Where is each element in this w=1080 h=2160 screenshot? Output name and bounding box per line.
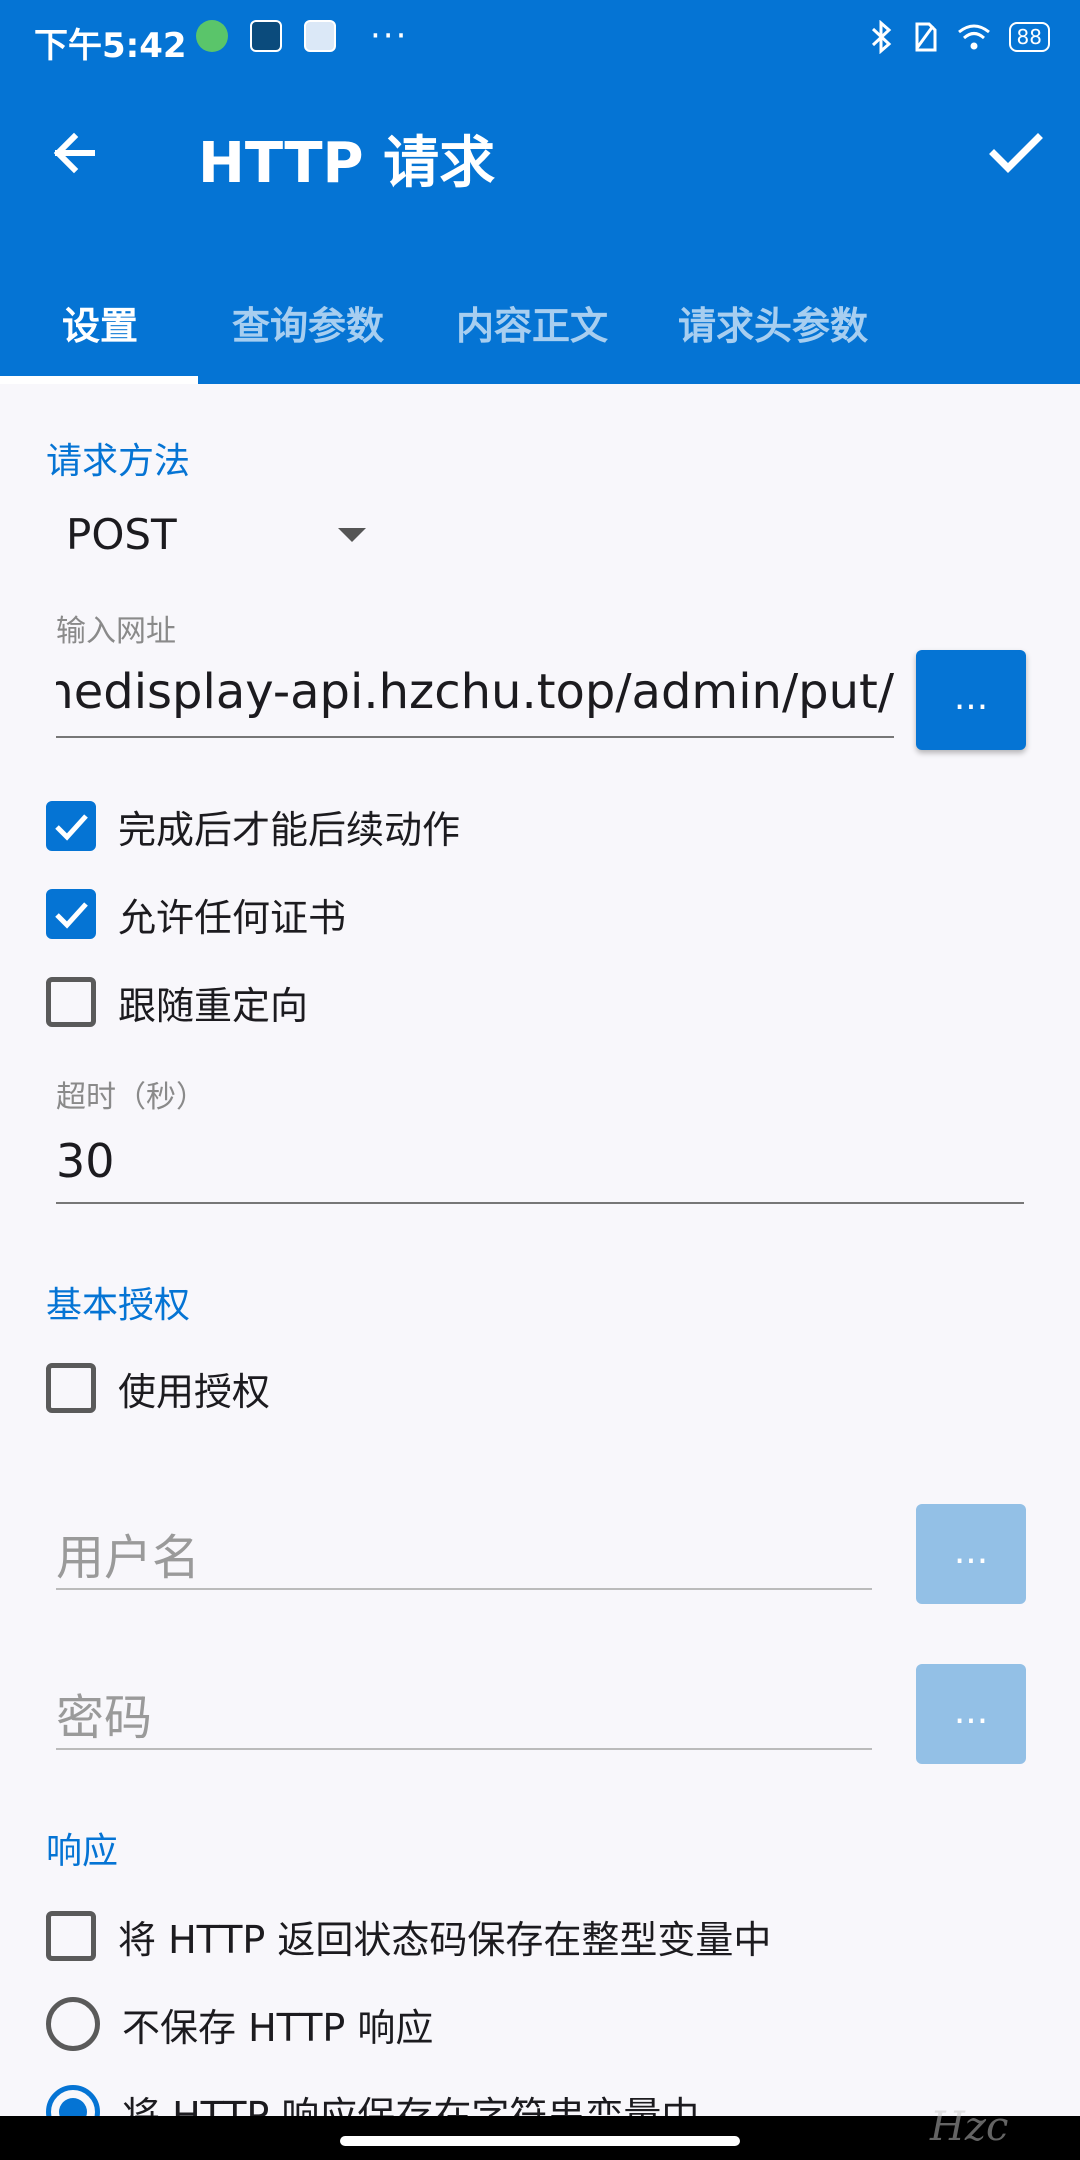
tab-query-params[interactable]: 查询参数 (232, 286, 384, 366)
option-label: 将 HTTP 返回状态码保存在整型变量中 (118, 1917, 772, 1962)
radio-dont-save-response[interactable]: 不保存 HTTP 响应 (46, 1994, 433, 2054)
option-save-status-code[interactable]: 将 HTTP 返回状态码保存在整型变量中 (46, 1906, 771, 1966)
option-use-auth[interactable]: 使用授权 (46, 1358, 270, 1418)
page-title: HTTP 请求 (198, 131, 496, 196)
sim-icon (915, 22, 937, 52)
basic-auth-title: 基本授权 (46, 1285, 191, 1326)
option-trust-any-cert[interactable]: 允许任何证书 (46, 884, 346, 944)
status-bar: 下午5:42 ··· 88 (0, 0, 1080, 76)
check-icon (989, 133, 1043, 173)
option-label: 允许任何证书 (118, 895, 347, 940)
notification-icons: ··· (196, 16, 409, 56)
method-value: POST (66, 510, 177, 559)
tab-indicator (0, 376, 198, 384)
battery-icon: 88 (1008, 22, 1050, 52)
request-method-title: 请求方法 (46, 441, 191, 482)
tab-headers[interactable]: 请求头参数 (678, 286, 868, 366)
password-variable-button[interactable]: ... (916, 1664, 1026, 1764)
option-label: 使用授权 (118, 1369, 271, 1414)
system-icons: 88 (869, 20, 1050, 54)
checkbox[interactable] (46, 977, 96, 1027)
checkbox[interactable] (46, 1911, 96, 1961)
back-button[interactable] (40, 118, 110, 188)
checkbox[interactable] (46, 801, 96, 851)
password-input[interactable]: 密码 (56, 1678, 872, 1750)
check-icon (55, 902, 88, 929)
checkbox[interactable] (46, 889, 96, 939)
url-label: 输入网址 (56, 614, 176, 649)
timeout-label: 超时（秒） (56, 1080, 206, 1115)
status-time: 下午5:42 (34, 26, 187, 66)
wechat-icon (196, 20, 228, 52)
url-variable-button[interactable]: ... (916, 650, 1026, 750)
url-input[interactable]: nedisplay-api.hzchu.top/admin/put/ (56, 664, 894, 738)
app-bar: 下午5:42 ··· 88 HTTP 请求 设置 查询参数 内容正文 请求头参数 (0, 0, 1080, 384)
save-button[interactable] (980, 118, 1050, 188)
more-notifications-icon: ··· (370, 16, 409, 56)
arrow-back-icon (53, 132, 95, 174)
option-label: 跟随重定向 (118, 983, 309, 1028)
dropdown-arrow-icon (338, 528, 366, 542)
wifi-icon (957, 24, 990, 50)
option-wait-for-finish[interactable]: 完成后才能后续动作 (46, 796, 460, 856)
phone-app-icon (304, 20, 336, 52)
username-input[interactable]: 用户名 (56, 1518, 872, 1590)
tab-settings[interactable]: 设置 (62, 286, 138, 366)
checkbox[interactable] (46, 1363, 96, 1413)
home-gesture-handle[interactable] (340, 2136, 740, 2146)
url-value: nedisplay-api.hzchu.top/admin/put/ (56, 664, 894, 720)
radio-button[interactable] (46, 1997, 100, 2051)
timeout-input[interactable]: 30 (56, 1134, 1024, 1204)
option-label: 不保存 HTTP 响应 (122, 2005, 434, 2050)
username-variable-button[interactable]: ... (916, 1504, 1026, 1604)
check-icon (55, 814, 88, 841)
tab-body[interactable]: 内容正文 (456, 286, 608, 366)
tab-bar: 设置 查询参数 内容正文 请求头参数 (0, 268, 1080, 384)
watermark: Hzc (930, 2104, 1009, 2150)
option-label: 完成后才能后续动作 (118, 807, 461, 852)
response-title: 响应 (46, 1831, 119, 1872)
calendar-icon (250, 20, 282, 52)
option-follow-redirects[interactable]: 跟随重定向 (46, 972, 308, 1032)
bluetooth-icon (871, 20, 891, 54)
